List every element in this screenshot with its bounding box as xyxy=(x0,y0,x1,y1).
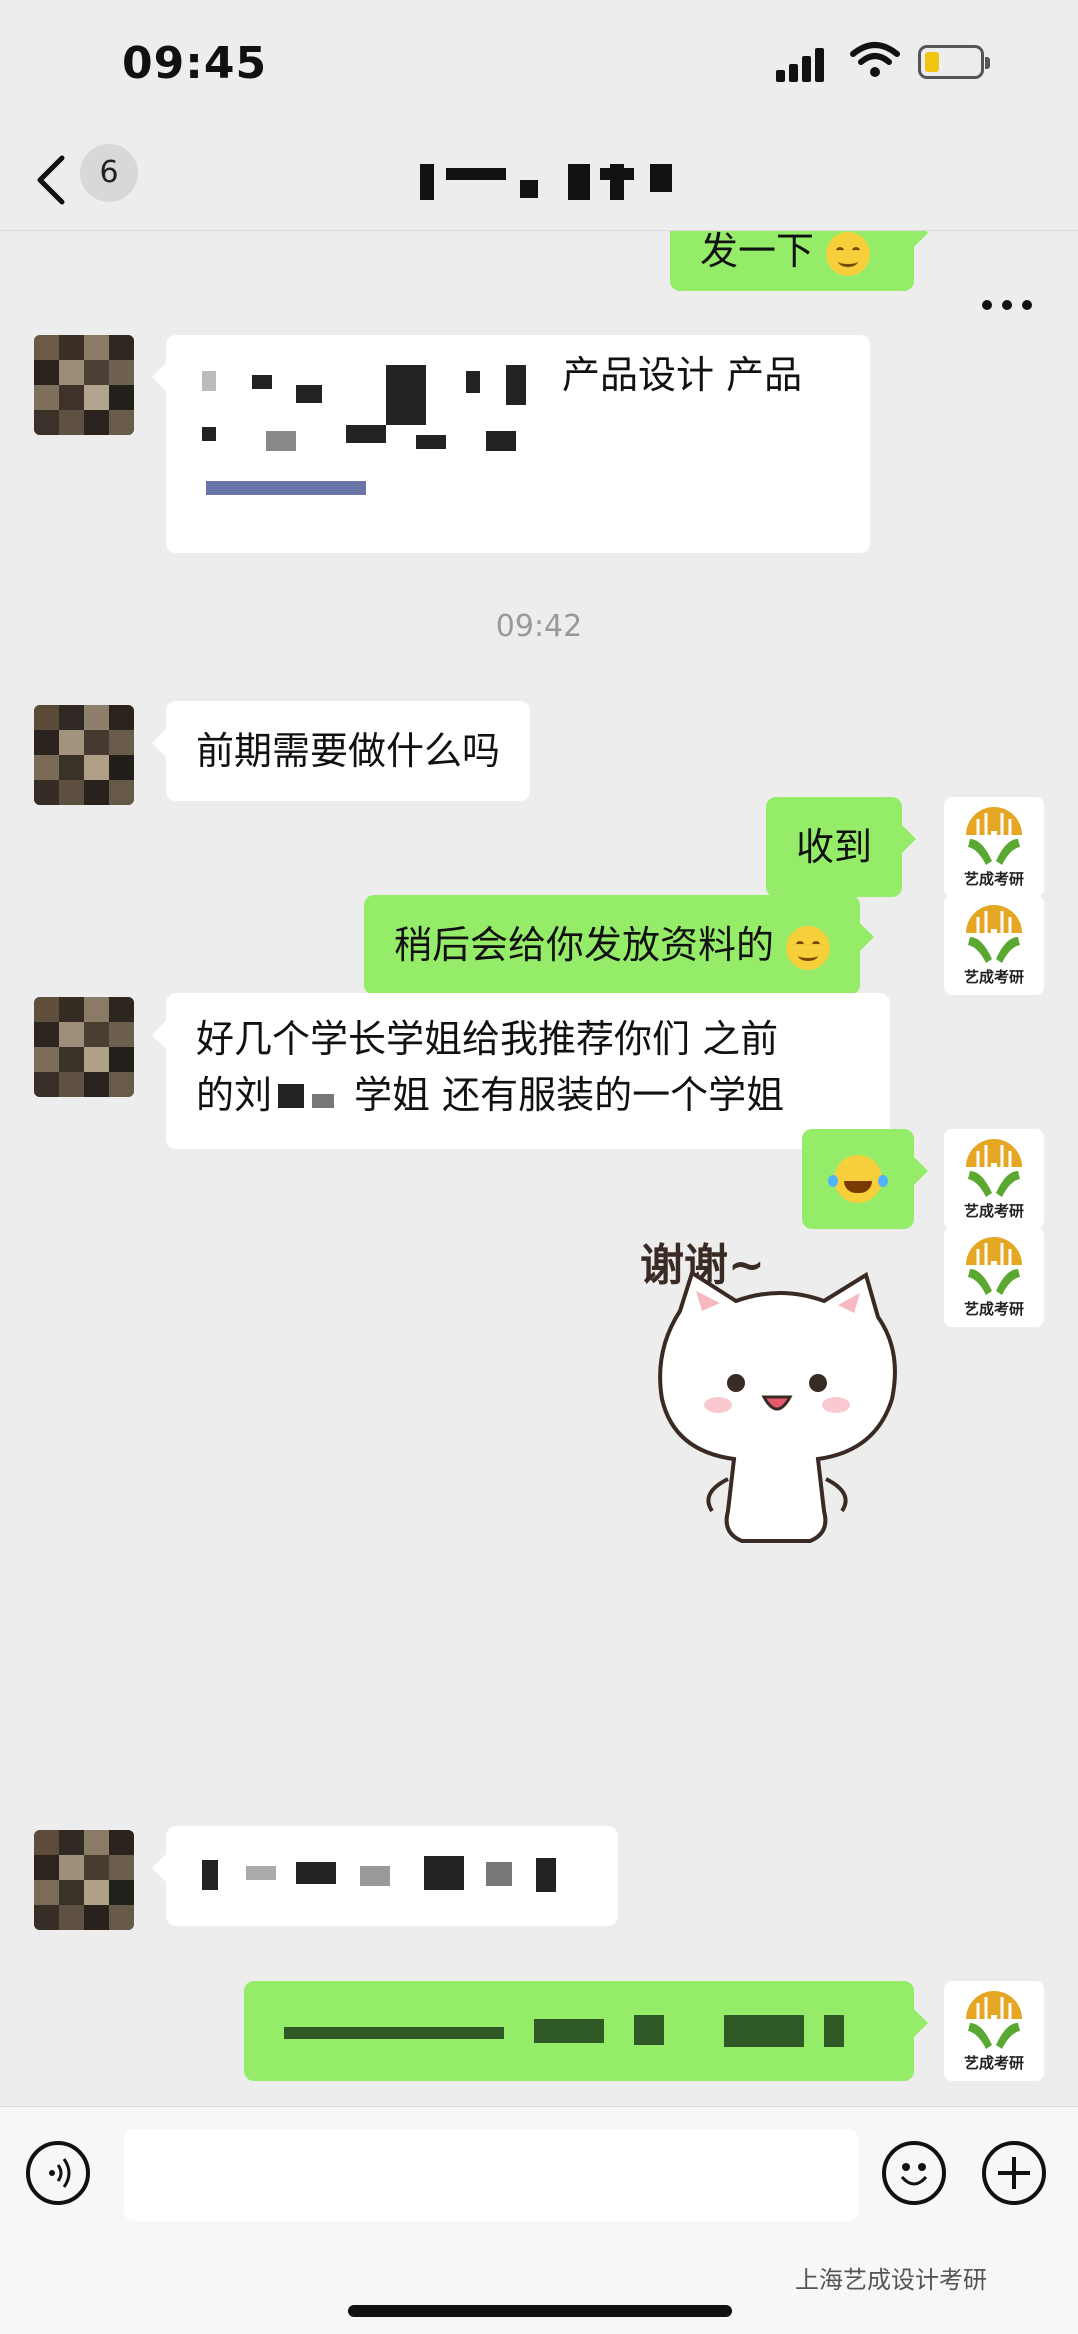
brand-logo-icon xyxy=(966,1237,1022,1297)
brand-logo-icon xyxy=(966,905,1022,965)
brand-avatar[interactable]: 艺成考研 xyxy=(944,797,1044,897)
emoji-icon[interactable] xyxy=(882,2141,946,2205)
message-text: 前期需要做什么吗 xyxy=(196,729,501,773)
unread-count-badge[interactable]: 6 xyxy=(80,144,138,202)
message-bubble-other[interactable]: 前期需要做什么吗 xyxy=(151,701,531,801)
message-text: 好几个学长学姐给我推荐你们 之前 xyxy=(196,1017,779,1061)
brand-label: 艺成考研 xyxy=(963,968,1024,986)
message-text: 学姐 还有服装的一个学姐 xyxy=(354,1073,785,1117)
brand-label: 艺成考研 xyxy=(963,870,1024,888)
timestamp: 09:42 xyxy=(495,609,583,644)
input-bar xyxy=(0,2106,1078,2334)
message-text: 产品设计 产品 xyxy=(562,353,803,397)
avatar[interactable] xyxy=(34,335,134,435)
home-indicator xyxy=(348,2305,732,2317)
chat-title-redacted xyxy=(410,164,680,204)
status-bar: 09:45 xyxy=(0,0,1078,130)
brand-label: 艺成考研 xyxy=(963,1300,1024,1318)
brand-logo-icon xyxy=(966,807,1022,867)
plus-icon[interactable] xyxy=(982,2141,1046,2205)
message-input[interactable] xyxy=(124,2129,858,2221)
message-bubble-other[interactable]: 好几个学长学姐给我推荐你们 之前 的刘 学姐 还有服装的一个学姐 xyxy=(152,993,890,1149)
brand-avatar[interactable]: 艺成考研 xyxy=(944,1227,1044,1327)
brand-avatar[interactable]: 艺成考研 xyxy=(944,1981,1044,2081)
brand-logo-icon xyxy=(966,1139,1022,1199)
message-text: 稍后会给你发放资料的 xyxy=(394,923,775,967)
message-text: 收到 xyxy=(796,825,873,869)
smile-emoji xyxy=(826,231,871,276)
redacted-name xyxy=(272,1078,354,1118)
brand-label: 艺成考研 xyxy=(963,2054,1024,2072)
status-time: 09:45 xyxy=(122,38,268,89)
laughing-emoji xyxy=(828,1155,888,1203)
message-bubble-self[interactable]: 收到 xyxy=(766,797,917,897)
message-bubble-self[interactable] xyxy=(802,1129,928,1229)
message-text: 发一下 xyxy=(700,231,815,273)
battery-icon xyxy=(918,45,990,79)
signal-icon xyxy=(776,44,832,82)
brand-label: 艺成考研 xyxy=(963,1202,1024,1220)
message-bubble-self[interactable]: 稍后会给你发放资料的 xyxy=(364,895,875,995)
brand-avatar[interactable]: 艺成考研 xyxy=(944,1129,1044,1229)
message-bubble-self[interactable] xyxy=(244,1981,928,2081)
message-bubble-self[interactable]: 发一下 xyxy=(670,231,928,291)
message-list[interactable]: 发一下 产品设计 产品 09:42 前期需要做什么吗 收到 艺成考研 稍后会给你… xyxy=(0,231,1078,2106)
cat-sticker[interactable] xyxy=(640,1271,920,1561)
smile-emoji xyxy=(786,925,831,970)
avatar[interactable] xyxy=(34,705,134,805)
back-icon[interactable] xyxy=(32,152,72,208)
message-bubble-other[interactable] xyxy=(152,1826,618,1926)
message-text-line2: 的刘 学姐 还有服装的一个学姐 xyxy=(196,1067,860,1123)
voice-icon[interactable] xyxy=(26,2141,90,2205)
watermark: 上海艺成设计考研 xyxy=(795,2266,987,2294)
avatar[interactable] xyxy=(34,997,134,1097)
message-text: 的刘 xyxy=(196,1073,273,1117)
wifi-icon xyxy=(850,42,900,77)
brand-logo-icon xyxy=(966,1991,1022,2051)
avatar[interactable] xyxy=(34,1830,134,1930)
message-bubble-other[interactable]: 产品设计 产品 xyxy=(152,335,870,553)
brand-avatar[interactable]: 艺成考研 xyxy=(944,895,1044,995)
